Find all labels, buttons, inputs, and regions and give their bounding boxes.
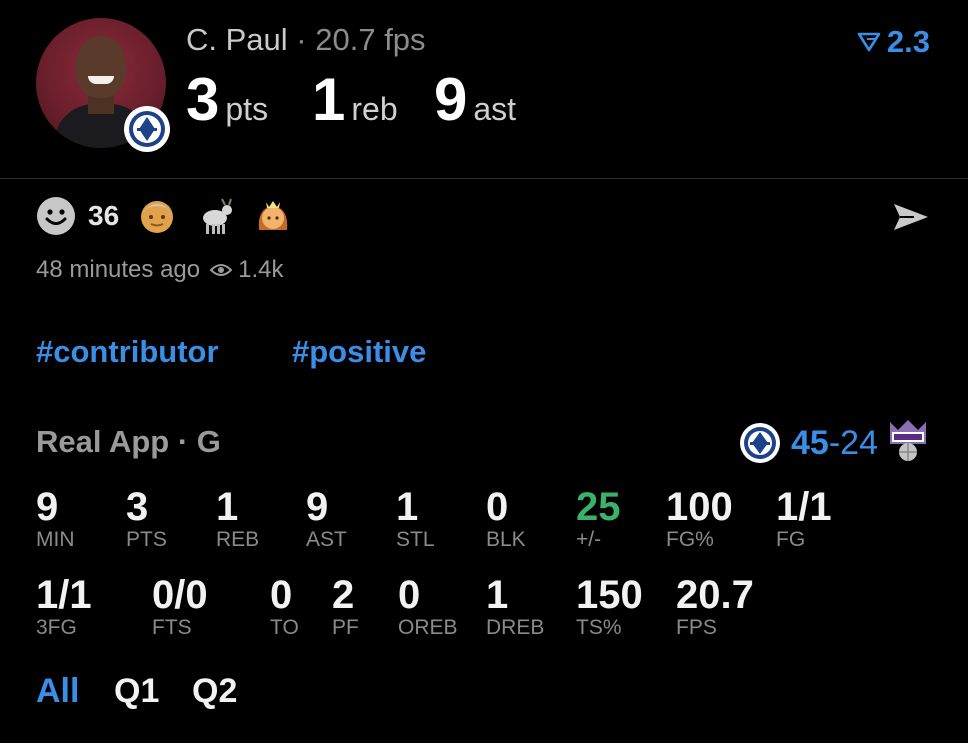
stat-min: 9 MIN bbox=[36, 486, 75, 552]
stat-value: 1 bbox=[396, 485, 419, 529]
score-away: 24 bbox=[840, 423, 878, 462]
stat-label: FTS bbox=[152, 616, 192, 639]
stat-oreb: 0 OREB bbox=[398, 574, 458, 640]
stat-value: 2 bbox=[332, 573, 355, 617]
stat-blk: 0 BLK bbox=[486, 486, 526, 552]
stat-label: FG bbox=[776, 528, 806, 551]
line-value-badge[interactable]: 2.3 bbox=[857, 24, 930, 60]
stat-value: 9 bbox=[306, 485, 329, 529]
eye-icon bbox=[210, 264, 233, 276]
stat-value: 150 bbox=[576, 573, 643, 617]
stat-label: AST bbox=[306, 528, 347, 551]
stat-label: TS% bbox=[576, 616, 622, 639]
game-score[interactable]: 45-24 bbox=[739, 422, 878, 464]
clippers-logo-icon bbox=[740, 423, 781, 463]
add-reaction-smile-icon[interactable] bbox=[36, 196, 76, 236]
old-man-emoji-icon[interactable] bbox=[137, 196, 177, 236]
score-dash: - bbox=[828, 423, 841, 462]
headline-stat-ast: 9 ast bbox=[434, 70, 516, 139]
hashtag-positive[interactable]: #positive bbox=[292, 334, 426, 370]
title-separator: · bbox=[296, 22, 307, 57]
tab-q2[interactable]: Q2 bbox=[192, 672, 237, 711]
line-value-text: 2.3 bbox=[886, 24, 930, 59]
stat-label: REB bbox=[216, 528, 260, 551]
filter-icon bbox=[857, 32, 881, 52]
stat-3fg: 1/1 3FG bbox=[36, 574, 92, 640]
stat-value: 0 bbox=[398, 573, 421, 617]
fps-label: 20.7 fps bbox=[315, 22, 426, 57]
reaction-count: 36 bbox=[88, 200, 120, 231]
stat-fg-pct: 100 FG% bbox=[666, 486, 733, 552]
headline-stat-pts: 3 pts bbox=[186, 70, 268, 139]
view-count: 1.4k bbox=[238, 256, 284, 283]
reactions-bar: 36 bbox=[36, 196, 293, 236]
share-send-icon[interactable] bbox=[890, 196, 932, 238]
stat-value: 0/0 bbox=[152, 573, 208, 617]
stat-label: DREB bbox=[486, 616, 545, 639]
stat-fg: 1/1 FG bbox=[776, 486, 832, 552]
stat-ast: 9 AST bbox=[306, 486, 347, 552]
divider bbox=[0, 178, 968, 179]
stat-label: +/- bbox=[576, 528, 602, 551]
tab-q1[interactable]: Q1 bbox=[114, 672, 159, 711]
headline-stat-value: 1 bbox=[312, 66, 346, 133]
stat-label: MIN bbox=[36, 528, 75, 551]
tab-all[interactable]: All bbox=[36, 672, 79, 711]
source-label: Real App · G bbox=[36, 424, 221, 459]
stat-pts: 3 PTS bbox=[126, 486, 167, 552]
headline-stat-unit: ast bbox=[473, 91, 517, 127]
stat-value: 100 bbox=[666, 485, 733, 529]
stat-dreb: 1 DREB bbox=[486, 574, 544, 640]
headline-stat-value: 3 bbox=[186, 66, 220, 133]
hashtag-contributor[interactable]: #contributor bbox=[36, 334, 219, 370]
stat-value: 0 bbox=[270, 573, 293, 617]
stat-value: 9 bbox=[36, 485, 59, 529]
stat-value: 25 bbox=[576, 485, 621, 529]
stat-label: BLK bbox=[486, 528, 526, 551]
stat-plus-minus: 25 +/- bbox=[576, 486, 621, 552]
stat-label: 3FG bbox=[36, 616, 77, 639]
stat-value: 0 bbox=[486, 485, 509, 529]
stat-label: FPS bbox=[676, 616, 717, 639]
stat-label: OREB bbox=[398, 616, 458, 639]
stat-value: 3 bbox=[126, 485, 149, 529]
time-ago: 48 minutes ago bbox=[36, 256, 201, 283]
stat-value: 20.7 bbox=[676, 573, 754, 617]
stat-value: 1 bbox=[486, 573, 509, 617]
stat-reb: 1 REB bbox=[216, 486, 259, 552]
stat-ts-pct: 150 TS% bbox=[576, 574, 643, 640]
headline-stat-value: 9 bbox=[434, 66, 468, 133]
kings-logo-icon bbox=[890, 420, 926, 461]
stat-fts: 0/0 FTS bbox=[152, 574, 208, 640]
headline-stat-unit: reb bbox=[351, 91, 398, 127]
stat-value: 1 bbox=[216, 485, 239, 529]
stat-label: STL bbox=[396, 528, 435, 551]
stat-to: 0 TO bbox=[270, 574, 299, 640]
stat-fps: 20.7 FPS bbox=[676, 574, 754, 640]
stat-label: PTS bbox=[126, 528, 167, 551]
stat-pf: 2 PF bbox=[332, 574, 359, 640]
views: 1.4k bbox=[210, 256, 283, 284]
princess-emoji-icon[interactable] bbox=[253, 196, 293, 236]
stat-stl: 1 STL bbox=[396, 486, 435, 552]
headline-stat-unit: pts bbox=[225, 91, 269, 127]
stat-label: TO bbox=[270, 616, 299, 639]
player-title: C. Paul · 20.7 fps bbox=[186, 22, 426, 58]
stat-label: PF bbox=[332, 616, 359, 639]
stat-label: FG% bbox=[666, 528, 714, 551]
headline-stat-reb: 1 reb bbox=[312, 70, 398, 139]
stat-value: 1/1 bbox=[36, 573, 92, 617]
goat-emoji-icon[interactable] bbox=[195, 196, 235, 236]
stat-value: 1/1 bbox=[776, 485, 832, 529]
post-meta: 48 minutes ago 1.4k bbox=[36, 256, 283, 284]
team-logo-icon bbox=[124, 106, 170, 152]
player-name[interactable]: C. Paul bbox=[186, 22, 288, 57]
score-home: 45 bbox=[791, 423, 829, 462]
